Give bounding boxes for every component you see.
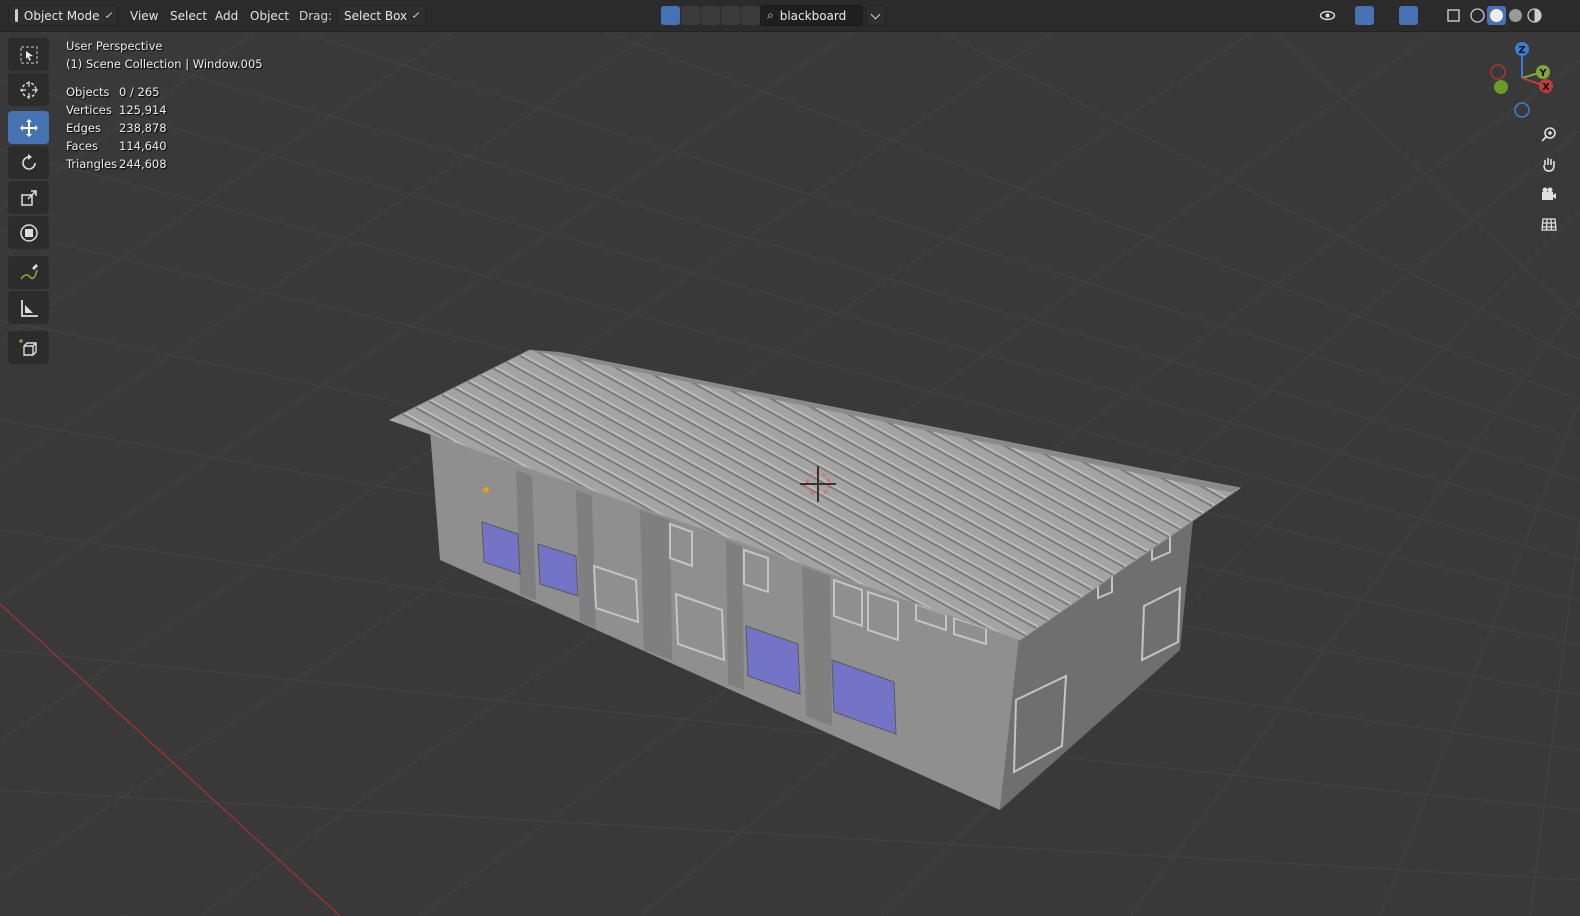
chevron-down-icon [105, 10, 112, 18]
move-icon [19, 118, 38, 137]
svg-text:X: X [1542, 82, 1550, 93]
select-mode-subtract-icon[interactable] [701, 6, 720, 25]
add-cube-icon [18, 338, 37, 356]
search-options-dropdown[interactable] [866, 5, 886, 26]
xray-toggle-icon[interactable] [1444, 6, 1463, 25]
search-value: blackboard [779, 8, 847, 23]
transform-icon [19, 223, 38, 242]
x-axis-line [0, 603, 341, 916]
measure-tool[interactable] [8, 291, 49, 324]
overlays-toggle-icon[interactable] [1399, 6, 1418, 25]
search-icon: ⌕ [767, 8, 774, 22]
viewport-info-overlay: User Perspective (1) Scene Collection | … [66, 37, 263, 173]
annotate-icon [19, 263, 38, 279]
rotate-icon [21, 153, 36, 170]
measure-icon [20, 299, 38, 317]
visibility-eye-icon[interactable] [1318, 6, 1337, 25]
annotate-tool[interactable] [8, 256, 49, 289]
neg-x-handle[interactable] [1490, 64, 1506, 80]
chevron-down-icon [870, 9, 881, 19]
add-cube-tool[interactable] [8, 331, 49, 364]
scale-tool[interactable] [8, 181, 49, 214]
select-mode-new-icon[interactable] [661, 6, 680, 25]
ortho-toggle-button[interactable] [1536, 211, 1562, 237]
select-box-icon [20, 46, 37, 63]
zoom-view-button[interactable] [1536, 121, 1562, 147]
cursor-icon [19, 80, 38, 99]
menu-select[interactable]: Select [165, 5, 212, 26]
view-name: User Perspective [66, 39, 163, 53]
stat-row: Triangles 244,608 [66, 157, 167, 171]
svg-text:Y: Y [1538, 68, 1547, 79]
rotate-tool[interactable] [8, 146, 49, 179]
select-box-tool[interactable] [8, 38, 49, 71]
zoom-icon [1541, 127, 1556, 142]
drag-value: Select Box [344, 8, 408, 23]
stat-row: Objects 0 / 265 [66, 85, 160, 99]
z-axis-handle[interactable]: Z [1515, 42, 1529, 56]
hand-icon [1543, 158, 1555, 172]
viewport-header: Object Mode View Select Add Object Drag:… [0, 0, 1580, 32]
pan-view-button[interactable] [1536, 151, 1562, 177]
building-model[interactable] [388, 349, 1242, 810]
material-shading-icon[interactable] [1506, 6, 1525, 25]
collection-name: (1) Scene Collection | Window.005 [66, 57, 263, 71]
scale-icon [20, 189, 37, 206]
search-field[interactable]: ⌕ blackboard [760, 5, 863, 26]
move-tool[interactable] [8, 111, 49, 144]
mode-dropdown[interactable]: Object Mode [8, 5, 118, 26]
transform-tool[interactable] [8, 216, 49, 249]
grid-icon [1541, 218, 1557, 231]
menu-view[interactable]: View [125, 5, 163, 26]
navigation-gizmo[interactable]: Z Y X [1484, 38, 1564, 120]
select-mode-extend-icon[interactable] [681, 6, 700, 25]
select-mode-intersect-icon[interactable] [741, 6, 760, 25]
stat-row: Edges 238,878 [66, 121, 167, 135]
stat-row: Faces 114,640 [66, 139, 167, 153]
object-mode-icon [15, 9, 18, 22]
svg-text:Z: Z [1518, 45, 1525, 56]
menu-object[interactable]: Object [245, 5, 294, 26]
camera-view-button[interactable] [1536, 181, 1562, 207]
mode-label: Object Mode [23, 8, 100, 23]
neg-y-handle[interactable] [1494, 80, 1508, 94]
solid-shading-icon[interactable] [1487, 6, 1506, 25]
rendered-shading-icon[interactable] [1525, 6, 1544, 25]
menu-add[interactable]: Add [210, 5, 243, 26]
stat-row: Vertices 125,914 [66, 103, 167, 117]
chevron-down-icon [412, 10, 420, 18]
gizmo-toggle-icon[interactable] [1355, 6, 1374, 25]
camera-icon [1542, 187, 1556, 200]
neg-z-handle[interactable] [1514, 102, 1530, 118]
wireframe-shading-icon[interactable] [1468, 6, 1487, 25]
x-axis-handle[interactable]: X [1539, 79, 1553, 93]
drag-dropdown[interactable]: Select Box [337, 5, 426, 26]
drag-label: Drag: [299, 8, 333, 23]
select-mode-invert-icon[interactable] [721, 6, 740, 25]
cursor-tool[interactable] [8, 73, 49, 106]
y-axis-handle[interactable]: Y [1536, 65, 1550, 79]
